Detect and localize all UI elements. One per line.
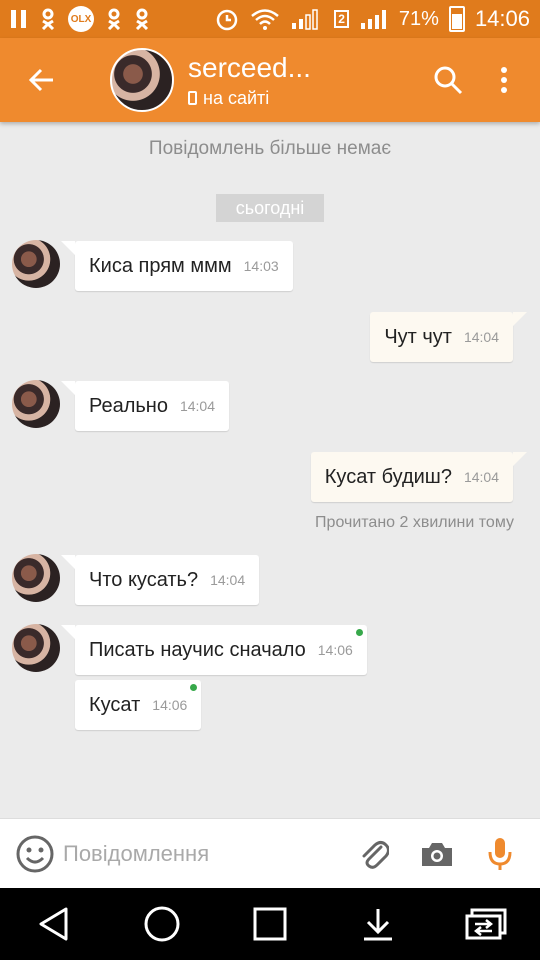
nav-dual-window-button[interactable] [451,894,521,954]
message-time: 14:04 [179,398,216,414]
battery-icon [448,6,465,32]
dual-window-icon [465,908,507,940]
nav-home-button[interactable] [127,894,197,954]
smiley-icon [16,835,53,872]
contact-name: serceed... [188,51,311,83]
message-incoming[interactable]: Что кусать? 14:04 [60,555,260,605]
microphone-icon [488,837,511,870]
sender-avatar[interactable] [12,240,60,288]
message-incoming[interactable]: Реально 14:04 [60,381,230,431]
attach-button[interactable] [351,826,396,882]
message-text: Чут чут [384,325,452,348]
message-incoming[interactable]: Писать научис сначало 14:06 [61,625,367,675]
message-time: 14:04 [463,469,499,485]
signal-sim1-icon [290,7,324,31]
message-time: 14:06 [152,697,188,713]
contact-info[interactable]: serceed... на сайті [188,52,311,109]
signal-sim2-icon [359,7,389,31]
camera-icon [421,842,452,866]
system-nav-bar [0,888,540,960]
emoji-button[interactable] [12,826,57,882]
nav-notifications-button[interactable] [343,894,413,954]
online-status: на сайті [188,88,311,109]
message-text: Писать научис сначало [89,638,306,661]
read-receipt: Прочитано 2 хвилини тому [315,514,514,531]
odnoklassniki-icon [40,8,56,30]
message-outgoing[interactable]: Кусат будиш? 14:04 [310,452,528,502]
sender-avatar[interactable] [12,554,60,602]
sim2-label: 2 [334,10,349,28]
message-time: 14:04 [210,572,246,588]
online-status-label: на сайті [203,87,270,108]
message-incoming[interactable]: Киса прям ммм 14:03 [61,241,293,291]
date-divider: сьогодні [216,194,324,222]
pull-down-icon [364,909,392,941]
message-text: Кусат будиш? [324,465,452,488]
contact-avatar[interactable] [110,48,174,112]
square-recents-icon [253,907,287,941]
message-text: Киса прям ммм [89,254,232,277]
unread-dot [355,629,363,636]
camera-button[interactable] [414,826,459,882]
message-time: 14:04 [463,329,499,345]
wifi-icon [250,7,280,31]
mobile-icon [188,91,197,105]
odnoklassniki-icon-2 [106,8,122,30]
message-text: Что кусать? [89,568,199,591]
more-button[interactable] [476,52,532,108]
arrow-left-icon [28,68,53,92]
circle-home-icon [144,906,180,942]
search-button[interactable] [420,52,476,108]
alarm-icon [214,6,240,32]
olx-icon: OLX [68,6,94,32]
triangle-back-icon [39,907,68,941]
message-input[interactable] [57,828,351,879]
pause-icon [10,9,28,29]
chat-area[interactable]: Повідомлень більше немає сьогодні Киса п… [0,122,540,818]
unread-dot [190,684,198,691]
sender-avatar[interactable] [12,624,60,672]
status-bar: OLX 2 71% 14:06 [0,0,540,38]
odnoklassniki-icon-3 [134,8,150,30]
no-more-messages: Повідомлень більше немає [148,138,392,159]
app-bar: serceed... на сайті [0,38,540,122]
sender-avatar[interactable] [12,380,60,428]
message-time: 14:06 [317,642,353,658]
message-text: Реально [89,394,168,417]
back-button[interactable] [14,52,70,108]
paperclip-icon [362,840,389,869]
nav-recents-button[interactable] [235,894,305,954]
clock: 14:06 [474,6,530,31]
message-composer [0,818,540,888]
nav-back-button[interactable] [19,894,89,954]
message-incoming[interactable]: Кусат 14:06 [75,680,202,730]
message-outgoing[interactable]: Чут чут 14:04 [370,312,527,362]
message-time: 14:03 [243,258,279,274]
voice-button[interactable] [477,826,522,882]
battery-percent: 71% [398,7,439,30]
message-text: Кусат [89,693,141,716]
search-icon [434,66,463,95]
more-vertical-icon [501,67,507,93]
